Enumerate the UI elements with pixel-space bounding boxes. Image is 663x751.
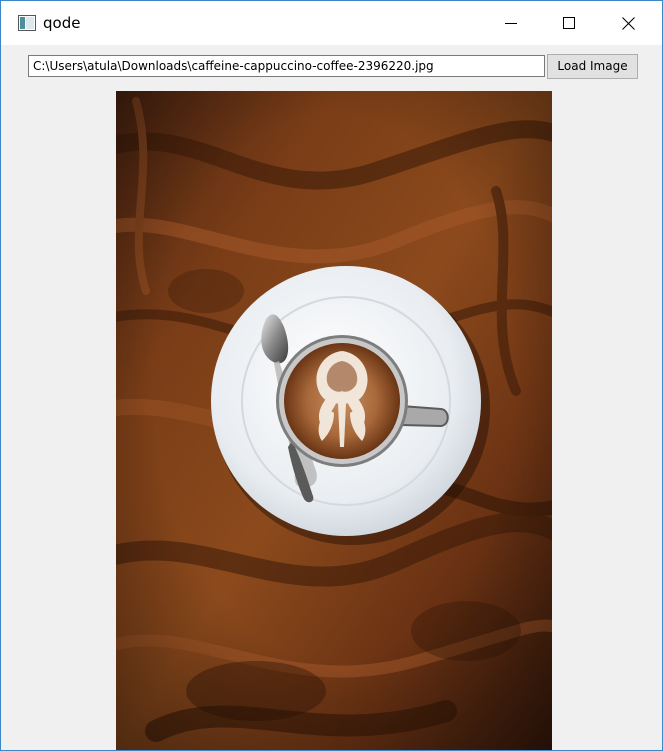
close-button[interactable] bbox=[599, 1, 657, 45]
maximize-button[interactable] bbox=[540, 1, 598, 45]
loaded-image bbox=[116, 91, 552, 750]
load-image-button[interactable]: Load Image bbox=[547, 54, 638, 79]
maximize-icon bbox=[563, 17, 575, 29]
close-icon bbox=[621, 16, 635, 30]
app-window: qode C:\Users\atula\Downloads\caffeine-c… bbox=[0, 0, 663, 751]
minimize-button[interactable] bbox=[482, 1, 540, 45]
image-path-input[interactable]: C:\Users\atula\Downloads\caffeine-cappuc… bbox=[28, 55, 545, 77]
title-bar[interactable]: qode bbox=[1, 1, 662, 45]
app-window-icon bbox=[18, 15, 36, 31]
window-title: qode bbox=[43, 14, 81, 32]
minimize-icon bbox=[505, 23, 517, 24]
coffee-photo bbox=[116, 91, 552, 750]
